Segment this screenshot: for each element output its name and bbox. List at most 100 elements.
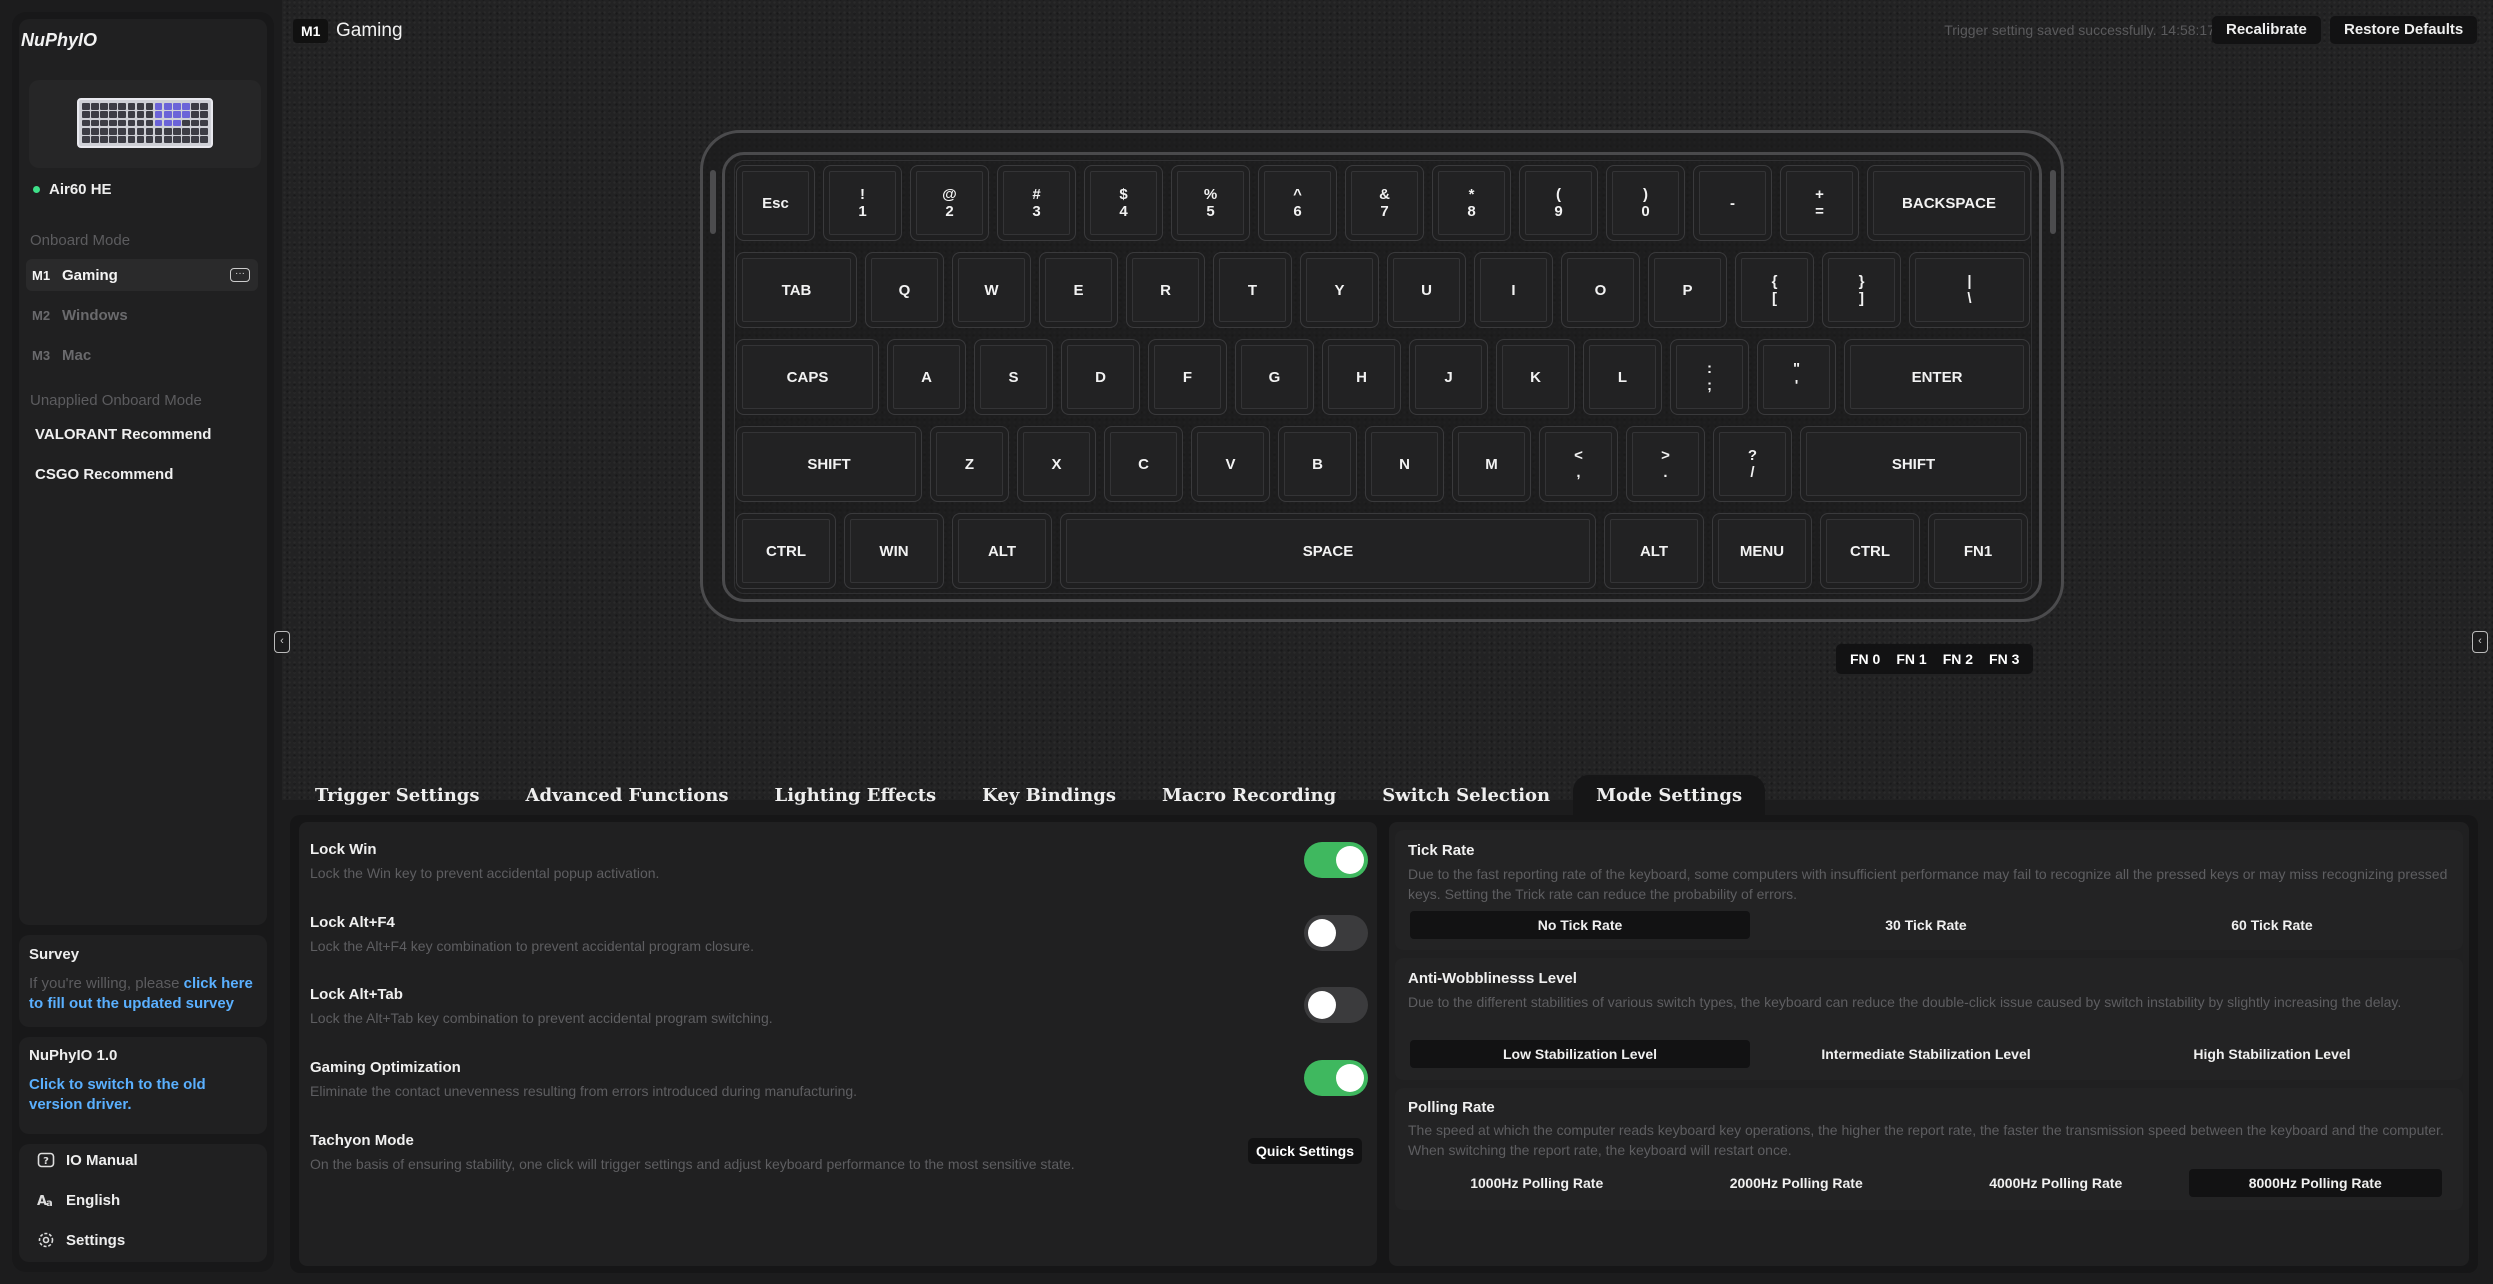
key[interactable]: + = bbox=[1780, 165, 1859, 241]
anti-wobble-option[interactable]: Intermediate Stabilization Level bbox=[1756, 1040, 2096, 1068]
tab-advanced-functions[interactable]: Advanced Functions bbox=[503, 785, 752, 815]
key[interactable]: : ; bbox=[1670, 339, 1749, 415]
old-version-link[interactable]: Click to switch to the old version drive… bbox=[29, 1075, 259, 1115]
recalibrate-button[interactable]: Recalibrate bbox=[2212, 16, 2321, 44]
key[interactable]: ( 9 bbox=[1519, 165, 1598, 241]
polling-rate-option[interactable]: 4000Hz Polling Rate bbox=[1929, 1169, 2183, 1197]
mode-item-m1[interactable]: M1 Gaming ··· bbox=[26, 259, 258, 291]
fn-layer-tab[interactable]: FN 1 bbox=[1888, 651, 1934, 667]
key[interactable]: } ] bbox=[1822, 252, 1901, 328]
key[interactable]: - bbox=[1693, 165, 1772, 241]
language-selector[interactable]: Aa English bbox=[36, 1190, 120, 1210]
key[interactable]: ) 0 bbox=[1606, 165, 1685, 241]
key[interactable]: O bbox=[1561, 252, 1640, 328]
lock-win-toggle[interactable] bbox=[1304, 842, 1368, 878]
key[interactable]: $ 4 bbox=[1084, 165, 1163, 241]
key[interactable]: T bbox=[1213, 252, 1292, 328]
key[interactable]: { [ bbox=[1735, 252, 1814, 328]
key[interactable]: * 8 bbox=[1432, 165, 1511, 241]
key[interactable]: CTRL bbox=[1820, 513, 1920, 589]
tick-rate-option[interactable]: 60 Tick Rate bbox=[2102, 911, 2442, 939]
key[interactable]: N bbox=[1365, 426, 1444, 502]
restore-defaults-button[interactable]: Restore Defaults bbox=[2330, 16, 2478, 44]
fn-layer-tab[interactable]: FN 0 bbox=[1842, 651, 1888, 667]
key[interactable]: ALT bbox=[1604, 513, 1704, 589]
key[interactable]: I bbox=[1474, 252, 1553, 328]
polling-rate-option[interactable]: 8000Hz Polling Rate bbox=[2188, 1169, 2442, 1197]
key[interactable]: TAB bbox=[736, 252, 857, 328]
key[interactable]: ALT bbox=[952, 513, 1052, 589]
key[interactable]: ? / bbox=[1713, 426, 1792, 502]
unapplied-item-valorant[interactable]: VALORANT Recommend bbox=[35, 426, 211, 443]
key[interactable]: > . bbox=[1626, 426, 1705, 502]
key[interactable]: X bbox=[1017, 426, 1096, 502]
key[interactable]: H bbox=[1322, 339, 1401, 415]
anti-wobble-option[interactable]: High Stabilization Level bbox=[2102, 1040, 2442, 1068]
key[interactable]: CAPS bbox=[736, 339, 879, 415]
key[interactable]: SHIFT bbox=[1800, 426, 2027, 502]
key[interactable]: @ 2 bbox=[910, 165, 989, 241]
key[interactable]: W bbox=[952, 252, 1031, 328]
collapse-left-icon[interactable]: ‹ bbox=[274, 631, 290, 653]
collapse-right-icon[interactable]: ‹ bbox=[2472, 631, 2488, 653]
key[interactable]: C bbox=[1104, 426, 1183, 502]
tick-rate-option[interactable]: 30 Tick Rate bbox=[1756, 911, 2096, 939]
key[interactable]: F bbox=[1148, 339, 1227, 415]
key[interactable]: Y bbox=[1300, 252, 1379, 328]
key[interactable]: CTRL bbox=[736, 513, 836, 589]
key[interactable]: B bbox=[1278, 426, 1357, 502]
key[interactable]: S bbox=[974, 339, 1053, 415]
key[interactable]: M bbox=[1452, 426, 1531, 502]
key[interactable]: L bbox=[1583, 339, 1662, 415]
quick-settings-button[interactable]: Quick Settings bbox=[1248, 1138, 1363, 1164]
settings-link[interactable]: Settings bbox=[36, 1230, 125, 1250]
key[interactable]: V bbox=[1191, 426, 1270, 502]
key[interactable]: D bbox=[1061, 339, 1140, 415]
tick-rate-option[interactable]: No Tick Rate bbox=[1410, 911, 1750, 939]
key[interactable]: WIN bbox=[844, 513, 944, 589]
fn-layer-tab[interactable]: FN 3 bbox=[1981, 651, 2027, 667]
polling-rate-option[interactable]: 1000Hz Polling Rate bbox=[1410, 1169, 1664, 1197]
key[interactable]: # 3 bbox=[997, 165, 1076, 241]
mode-item-m2[interactable]: M2 Windows bbox=[32, 299, 258, 331]
key[interactable]: ! 1 bbox=[823, 165, 902, 241]
key[interactable]: MENU bbox=[1712, 513, 1812, 589]
lock-alt-tab-toggle[interactable] bbox=[1304, 987, 1368, 1023]
key[interactable]: E bbox=[1039, 252, 1118, 328]
tab-switch-selection[interactable]: Switch Selection bbox=[1359, 785, 1573, 815]
polling-rate-option[interactable]: 2000Hz Polling Rate bbox=[1670, 1169, 1924, 1197]
tab-mode-settings[interactable]: Mode Settings bbox=[1573, 775, 1766, 815]
key[interactable]: J bbox=[1409, 339, 1488, 415]
key[interactable]: P bbox=[1648, 252, 1727, 328]
anti-wobble-option[interactable]: Low Stabilization Level bbox=[1410, 1040, 1750, 1068]
key[interactable]: FN1 bbox=[1928, 513, 2028, 589]
io-manual-link[interactable]: ? IO Manual bbox=[36, 1150, 138, 1170]
key[interactable]: | \ bbox=[1909, 252, 2030, 328]
key[interactable]: SPACE bbox=[1060, 513, 1596, 589]
key[interactable]: < , bbox=[1539, 426, 1618, 502]
key[interactable]: ^ 6 bbox=[1258, 165, 1337, 241]
key[interactable]: R bbox=[1126, 252, 1205, 328]
key[interactable]: K bbox=[1496, 339, 1575, 415]
unapplied-item-csgo[interactable]: CSGO Recommend bbox=[35, 466, 173, 483]
key[interactable]: A bbox=[887, 339, 966, 415]
fn-layer-tab[interactable]: FN 2 bbox=[1935, 651, 1981, 667]
device-thumbnail[interactable] bbox=[29, 80, 261, 168]
key[interactable]: % 5 bbox=[1171, 165, 1250, 241]
key[interactable]: " ' bbox=[1757, 339, 1836, 415]
key[interactable]: ENTER bbox=[1844, 339, 2030, 415]
key[interactable]: G bbox=[1235, 339, 1314, 415]
key[interactable]: & 7 bbox=[1345, 165, 1424, 241]
more-options-icon[interactable]: ··· bbox=[230, 268, 250, 282]
gaming-optimization-toggle[interactable] bbox=[1304, 1060, 1368, 1096]
tab-trigger-settings[interactable]: Trigger Settings bbox=[292, 785, 503, 815]
tab-lighting-effects[interactable]: Lighting Effects bbox=[752, 785, 960, 815]
tab-key-bindings[interactable]: Key Bindings bbox=[959, 785, 1139, 815]
key[interactable]: Z bbox=[930, 426, 1009, 502]
lock-alt-f4-toggle[interactable] bbox=[1304, 915, 1368, 951]
key[interactable]: Q bbox=[865, 252, 944, 328]
key[interactable]: SHIFT bbox=[736, 426, 922, 502]
key[interactable]: Esc bbox=[736, 165, 815, 241]
mode-item-m3[interactable]: M3 Mac bbox=[32, 339, 258, 371]
tab-macro-recording[interactable]: Macro Recording bbox=[1139, 785, 1359, 815]
